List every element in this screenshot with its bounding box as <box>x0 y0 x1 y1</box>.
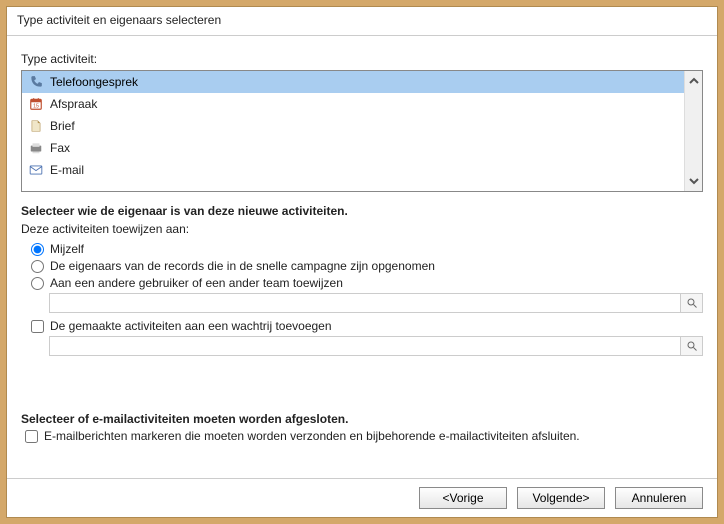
activity-type-listbox: Telefoongesprek 15 Afspraak Brief <box>21 70 703 192</box>
radio-myself-label: Mijzelf <box>50 242 84 256</box>
back-button[interactable]: <Vorige <box>419 487 507 509</box>
phone-icon <box>28 74 44 90</box>
list-item-label: E-mail <box>50 163 84 177</box>
list-item[interactable]: Fax <box>22 137 684 159</box>
wizard-footer: <Vorige Volgende> Annuleren <box>7 478 717 517</box>
list-item[interactable]: Brief <box>22 115 684 137</box>
titlebar: Type activiteit en eigenaars selecteren <box>7 7 717 36</box>
window-title: Type activiteit en eigenaars selecteren <box>17 13 221 27</box>
content-area: Type activiteit: Telefoongesprek 15 Afsp… <box>7 36 717 478</box>
lookup-icon[interactable] <box>680 337 702 355</box>
email-section-title: Selecteer of e-mailactiviteiten moeten w… <box>21 412 703 426</box>
owner-section-subtitle: Deze activiteiten toewijzen aan: <box>21 222 703 236</box>
calendar-icon: 15 <box>28 96 44 112</box>
listbox-scrollbar[interactable] <box>684 71 702 191</box>
other-user-lookup <box>49 293 703 313</box>
radio-myself-input[interactable] <box>31 243 44 256</box>
cancel-button[interactable]: Annuleren <box>615 487 703 509</box>
chevron-down-icon[interactable] <box>686 173 702 189</box>
list-item[interactable]: Telefoongesprek <box>22 71 684 93</box>
email-section: Selecteer of e-mailactiviteiten moeten w… <box>21 412 703 443</box>
radio-other-user-label: Aan een andere gebruiker of een ander te… <box>50 276 343 290</box>
next-button[interactable]: Volgende> <box>517 487 605 509</box>
list-item-label: Telefoongesprek <box>50 75 138 89</box>
list-item[interactable]: E-mail <box>22 159 684 181</box>
radio-record-owners-label: De eigenaars van de records die in de sn… <box>50 259 435 273</box>
radio-other-user-input[interactable] <box>31 277 44 290</box>
checkbox-queue-label: De gemaakte activiteiten aan een wachtri… <box>50 319 332 333</box>
other-user-lookup-input[interactable] <box>50 294 680 312</box>
checkbox-email-close-input[interactable] <box>25 430 38 443</box>
radio-myself[interactable]: Mijzelf <box>31 242 703 256</box>
checkbox-queue-input[interactable] <box>31 320 44 333</box>
radio-other-user[interactable]: Aan een andere gebruiker of een ander te… <box>31 276 703 290</box>
fax-icon <box>28 140 44 156</box>
chevron-up-icon[interactable] <box>686 73 702 89</box>
mail-icon <box>28 162 44 178</box>
checkbox-email-close-label: E-mailberichten markeren die moeten word… <box>44 429 580 443</box>
queue-lookup-input[interactable] <box>50 337 680 355</box>
svg-text:15: 15 <box>33 104 39 110</box>
queue-lookup <box>49 336 703 356</box>
checkbox-queue[interactable]: De gemaakte activiteiten aan een wachtri… <box>31 319 703 333</box>
lookup-icon[interactable] <box>680 294 702 312</box>
wizard-window: Type activiteit en eigenaars selecteren … <box>6 6 718 518</box>
list-item-label: Fax <box>50 141 70 155</box>
type-activity-label: Type activiteit: <box>21 52 703 66</box>
list-item[interactable]: 15 Afspraak <box>22 93 684 115</box>
checkbox-email-close[interactable]: E-mailberichten markeren die moeten word… <box>25 429 703 443</box>
list-item-label: Afspraak <box>50 97 97 111</box>
radio-record-owners-input[interactable] <box>31 260 44 273</box>
activity-type-list[interactable]: Telefoongesprek 15 Afspraak Brief <box>22 71 684 191</box>
owner-section-title: Selecteer wie de eigenaar is van deze ni… <box>21 204 703 218</box>
list-item-label: Brief <box>50 119 75 133</box>
radio-record-owners[interactable]: De eigenaars van de records die in de sn… <box>31 259 703 273</box>
letter-icon <box>28 118 44 134</box>
